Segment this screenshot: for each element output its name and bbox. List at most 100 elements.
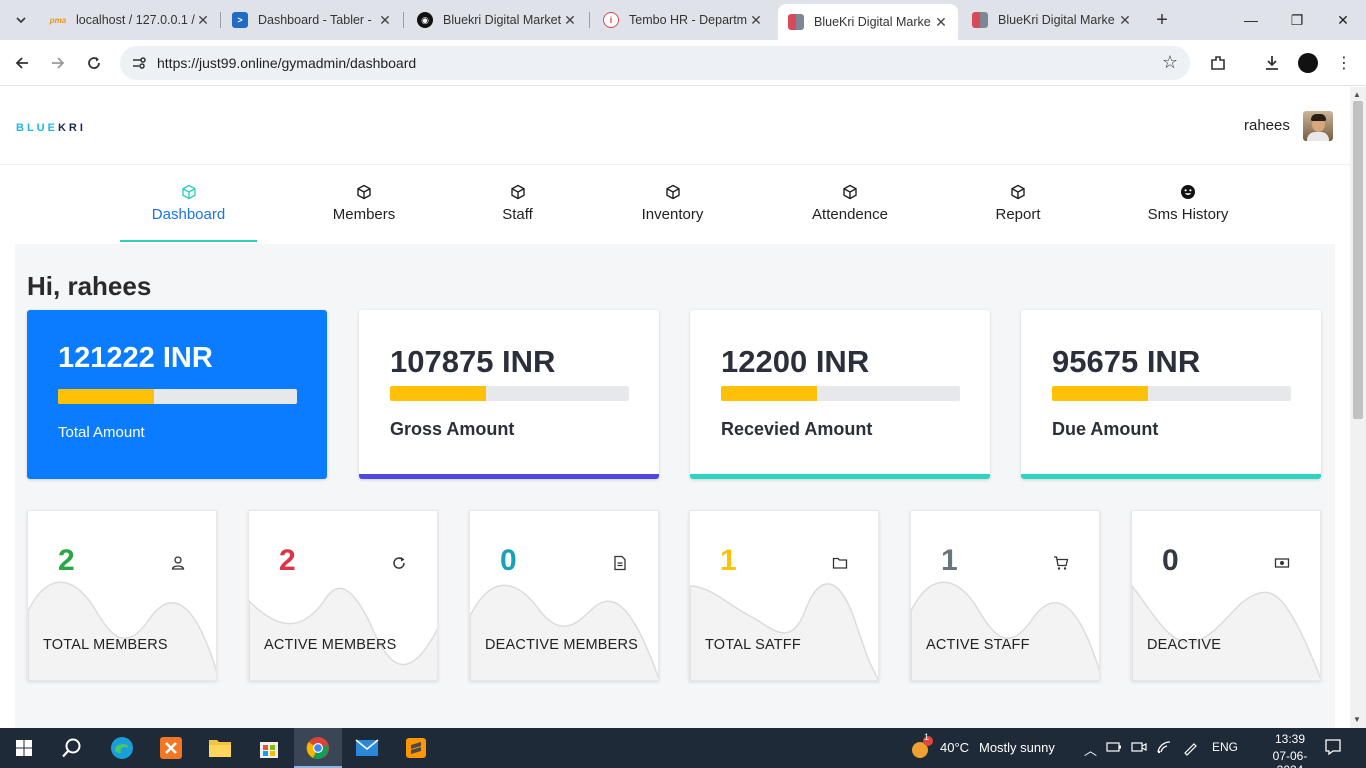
amount-card[interactable]: 95675 INR Due Amount	[1021, 310, 1321, 479]
amount-value: 107875 INR	[390, 344, 556, 379]
browser-tab-active[interactable]: BlueKri Digital Marke ✕	[778, 4, 958, 40]
nav-attendence[interactable]: Attendence	[795, 166, 905, 244]
scrollbar-thumb[interactable]	[1353, 101, 1363, 419]
notification-icon[interactable]	[1324, 738, 1342, 759]
nav-label: Staff	[502, 206, 533, 223]
bookmark-star-icon[interactable]: ☆	[1162, 52, 1178, 73]
close-icon[interactable]: ✕	[196, 12, 210, 29]
stat-card-deactive[interactable]: 0 DEACTIVE	[1131, 510, 1321, 681]
edge-icon	[111, 737, 133, 759]
tab-title: BlueKri Digital Marke	[814, 15, 931, 29]
nav-dashboard[interactable]: Dashboard	[120, 166, 257, 244]
minimize-button[interactable]: —	[1228, 0, 1274, 40]
address-bar[interactable]: https://just99.online/gymadmin/dashboard…	[120, 46, 1190, 80]
amount-card[interactable]: 121222 INR Total Amount	[27, 310, 327, 479]
cube-icon	[510, 184, 525, 200]
weather-icon[interactable]: 1	[910, 732, 934, 763]
refresh-icon	[393, 557, 405, 569]
wave-decoration	[249, 587, 437, 680]
user-name[interactable]: rahees	[1244, 117, 1290, 134]
smiley-icon	[1181, 185, 1195, 199]
nav-sms-history[interactable]: Sms History	[1133, 166, 1243, 244]
chrome-icon	[306, 737, 329, 759]
close-icon[interactable]: ✕	[1118, 12, 1132, 29]
taskbar-edge[interactable]	[98, 728, 146, 768]
taskbar-chrome[interactable]	[294, 728, 342, 768]
avatar[interactable]	[1303, 111, 1333, 141]
browser-tab[interactable]: BlueKri Digital Marke ✕	[962, 6, 1142, 34]
stat-card-total-members[interactable]: 2 TOTAL MEMBERS	[27, 510, 217, 681]
new-tab-button[interactable]: +	[1150, 8, 1174, 32]
close-icon[interactable]: ✕	[934, 14, 948, 31]
menu-icon[interactable]: ⋮	[1330, 49, 1358, 77]
xampp-icon	[160, 737, 182, 759]
clock-date[interactable]: 07-06-2024	[1262, 749, 1318, 768]
nav-report[interactable]: Report	[973, 166, 1063, 244]
camera-icon[interactable]	[1131, 740, 1147, 757]
amount-card[interactable]: 107875 INR Gross Amount	[359, 310, 659, 479]
amount-card[interactable]: 12200 INR Recevied Amount	[690, 310, 990, 479]
site-settings-icon[interactable]	[130, 54, 148, 72]
forward-button[interactable]	[44, 49, 72, 77]
search-icon	[62, 738, 81, 758]
stat-card-active-members[interactable]: 2 ACTIVE MEMBERS	[248, 510, 438, 681]
logo[interactable]: BLUEKRI	[16, 122, 86, 134]
browser-tab[interactable]: pma localhost / 127.0.0.1 / ✕	[40, 6, 220, 34]
close-icon[interactable]: ✕	[749, 12, 763, 29]
nav-staff[interactable]: Staff	[470, 166, 565, 244]
cube-icon	[181, 184, 196, 200]
arrow-left-icon	[15, 57, 28, 69]
restore-button[interactable]: ❐	[1274, 0, 1320, 40]
taskbar-xampp[interactable]	[147, 728, 195, 768]
browser-toolbar: https://just99.online/gymadmin/dashboard…	[0, 40, 1366, 86]
back-button[interactable]	[8, 49, 36, 77]
page-scrollbar[interactable]: ▲ ▼	[1350, 87, 1366, 728]
cube-icon	[1011, 184, 1025, 200]
battery-icon[interactable]	[1106, 740, 1122, 757]
dashboard-content: Hi, rahees 121222 INR Total Amount 10787…	[15, 244, 1335, 728]
close-window-button[interactable]: ✕	[1320, 0, 1366, 40]
language-indicator[interactable]: ENG	[1212, 740, 1238, 754]
browser-tab[interactable]: > Dashboard - Tabler - ✕	[222, 6, 402, 34]
close-icon[interactable]: ✕	[378, 12, 392, 29]
stat-card-active-staff[interactable]: 1 ACTIVE STAFF	[910, 510, 1100, 681]
nav-label: Inventory	[641, 206, 704, 223]
taskbar-sublime[interactable]	[392, 728, 440, 768]
cart-icon	[1054, 556, 1069, 570]
wifi-icon[interactable]	[1156, 740, 1172, 757]
reload-button[interactable]	[80, 49, 108, 77]
stat-value: 0	[500, 544, 517, 577]
taskbar-mail[interactable]	[343, 728, 391, 768]
wave-decoration	[28, 581, 216, 680]
windows-icon	[16, 740, 32, 756]
stat-label: TOTAL SATFF	[705, 637, 801, 653]
stat-card-total-staff[interactable]: 1 TOTAL SATFF	[689, 510, 879, 681]
cube-icon	[357, 184, 371, 200]
profile-avatar[interactable]	[1294, 49, 1322, 77]
card-accent	[359, 474, 659, 479]
nav-inventory[interactable]: Inventory	[620, 166, 725, 244]
tab-search-button[interactable]	[8, 8, 34, 32]
pen-icon[interactable]	[1182, 740, 1198, 759]
progress-bar	[390, 386, 629, 401]
extensions-icon[interactable]	[1204, 49, 1232, 77]
clock-time[interactable]: 13:39	[1262, 732, 1318, 746]
taskbar-file-explorer[interactable]	[196, 728, 244, 768]
taskbar-store[interactable]	[245, 728, 293, 768]
start-button[interactable]	[0, 728, 48, 768]
browser-tab[interactable]: ◉ Bluekri Digital Market ✕	[407, 6, 587, 34]
chevron-up-icon[interactable]: ︿	[1084, 740, 1097, 759]
amount-label: Due Amount	[1052, 419, 1159, 439]
weather-temp[interactable]: 40°C	[940, 740, 969, 755]
cube-icon	[843, 184, 857, 200]
browser-tab[interactable]: i Tembo HR - Departm ✕	[593, 6, 773, 34]
search-button[interactable]	[48, 728, 96, 768]
stat-card-deactive-members[interactable]: 0 DEACTIVE MEMBERS	[469, 510, 659, 681]
weather-text[interactable]: Mostly sunny	[979, 740, 1055, 755]
tab-title: Tembo HR - Departm	[629, 13, 748, 27]
nav-members[interactable]: Members	[310, 166, 418, 244]
download-icon[interactable]	[1258, 49, 1286, 77]
stat-value: 2	[279, 544, 296, 577]
close-icon[interactable]: ✕	[563, 12, 577, 29]
money-icon	[1274, 558, 1290, 568]
